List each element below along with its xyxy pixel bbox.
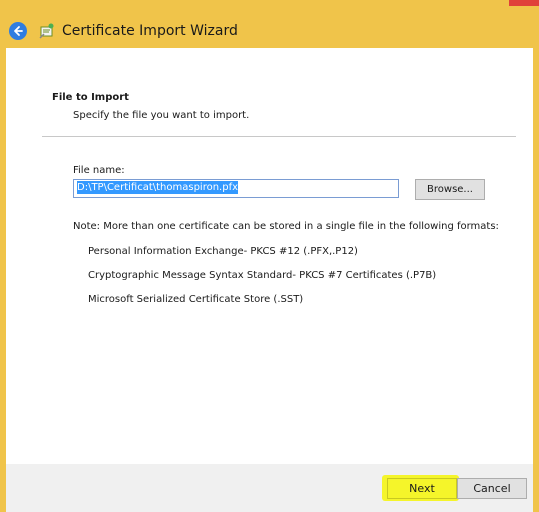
section-subtitle: Specify the file you want to import. bbox=[73, 110, 250, 121]
file-name-value: D:\TP\Certificat\thomaspiron.pfx bbox=[77, 181, 239, 194]
next-button[interactable]: Next bbox=[387, 478, 457, 499]
file-name-label: File name: bbox=[73, 165, 125, 176]
file-name-input[interactable]: D:\TP\Certificat\thomaspiron.pfx bbox=[73, 179, 399, 198]
back-arrow-icon bbox=[14, 26, 23, 36]
window-title: Certificate Import Wizard bbox=[62, 23, 238, 39]
wizard-content: File to Import Specify the file you want… bbox=[6, 48, 533, 464]
format-item: Microsoft Serialized Certificate Store (… bbox=[88, 294, 304, 305]
section-title: File to Import bbox=[52, 92, 129, 103]
browse-button[interactable]: Browse... bbox=[415, 179, 485, 200]
format-item: Personal Information Exchange- PKCS #12 … bbox=[88, 246, 358, 257]
title-bar: Certificate Import Wizard bbox=[0, 0, 539, 48]
formats-note: Note: More than one certificate can be s… bbox=[73, 221, 499, 232]
wizard-footer: Next Cancel bbox=[6, 464, 533, 512]
format-item: Cryptographic Message Syntax Standard- P… bbox=[88, 270, 437, 281]
back-button[interactable] bbox=[9, 22, 27, 40]
window-close-button[interactable] bbox=[509, 0, 539, 6]
cancel-button[interactable]: Cancel bbox=[457, 478, 527, 499]
divider bbox=[42, 136, 516, 137]
certificate-wizard-icon bbox=[39, 23, 54, 39]
